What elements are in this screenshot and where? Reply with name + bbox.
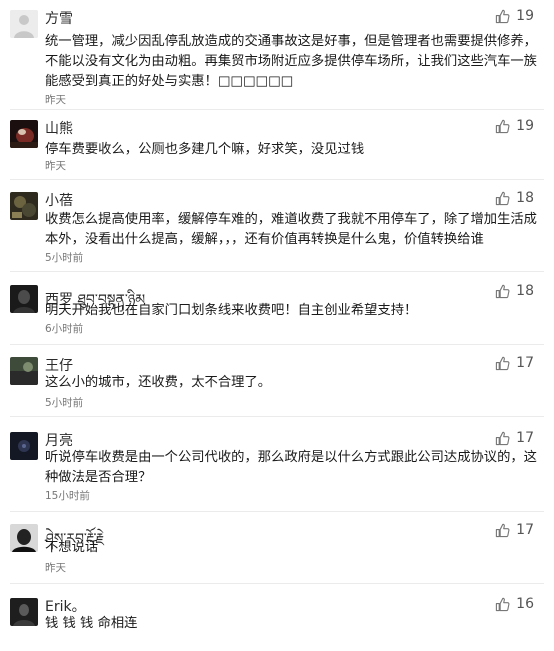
comment-time: 昨天 [45, 160, 66, 172]
comment-text: 这么小的城市，还收费，太不合理了。 [45, 375, 272, 390]
thumbs-up-icon [496, 191, 510, 205]
avatar[interactable] [10, 357, 38, 385]
like-button[interactable]: 17 [495, 430, 534, 446]
comment-item: 山熊 19 停车费要收么，公厕也多建几个嘛，好求笑，没见过钱 昨天 [0, 118, 554, 180]
comment-item: Erik。 16 钱 钱 钱 命相连 [0, 596, 554, 641]
thumbs-up-icon [496, 9, 510, 23]
avatar[interactable] [10, 120, 38, 148]
comment-item: 西罗 ཐུབ་བསྟན་ཉིམ 18 明天开始我也在自家门口划条线来收费吧！自主… [0, 283, 554, 345]
default-avatar-icon [10, 10, 38, 38]
like-count: 19 [516, 118, 534, 134]
comment-item: 王仔 17 这么小的城市，还收费，太不合理了。 5小时前 [0, 355, 554, 417]
comment-item: 方雪 19 统一管理，减少因乱停乱放造成的交通事故这是好事，但是管理者也需要提供… [0, 8, 554, 110]
like-button[interactable]: 19 [495, 118, 534, 134]
comment-item: 月亮 17 听说停车收费是由一个公司代收的，那么政府是以什么方式跟此公司达成协议… [0, 430, 554, 512]
comment-time: 昨天 [45, 94, 66, 106]
like-button[interactable]: 18 [495, 190, 534, 206]
like-count: 17 [516, 355, 534, 371]
avatar[interactable] [10, 285, 38, 313]
avatar[interactable] [10, 10, 38, 38]
thumbs-up-icon [496, 597, 510, 611]
like-button[interactable]: 18 [495, 283, 534, 299]
avatar[interactable] [10, 598, 38, 626]
thumbs-up-icon [496, 284, 510, 298]
comment-username[interactable]: 方雪 [45, 8, 73, 28]
comment-text: 收费怎么提高使用率，缓解停车难的，难道收费了我就不用停车了，除了增加生活成本外，… [45, 212, 537, 247]
user-photo-icon [10, 598, 38, 626]
thumbs-up-icon [496, 523, 510, 537]
comment-username[interactable]: 月亮 [45, 430, 73, 450]
comment-item: 小蓓 18 收费怎么提高使用率，缓解停车难的，难道收费了我就不用停车了，除了增加… [0, 190, 554, 272]
like-count: 17 [516, 522, 534, 538]
thumbs-up-icon [496, 356, 510, 370]
comment-text: 明天开始我也在自家门口划条线来收费吧！自主创业希望支持！ [45, 303, 418, 318]
comment-text: 统一管理，减少因乱停乱放造成的交通事故这是好事，但是管理者也需要提供修养，不能以… [45, 34, 537, 89]
thumbs-up-icon [496, 119, 510, 133]
comment-text: 听说停车收费是由一个公司代收的，那么政府是以什么方式跟此公司达成协议的，这种做法… [45, 450, 537, 485]
like-button[interactable]: 16 [495, 596, 534, 612]
comment-username[interactable]: 小蓓 [45, 190, 73, 210]
user-photo-icon [10, 192, 38, 220]
comment-time: 6小时前 [45, 323, 84, 335]
avatar[interactable] [10, 524, 38, 552]
comment-item: ཤེས་རབ་རྡོ་རྗེ 17 不想说话 昨天 [0, 522, 554, 584]
comment-text: 钱 钱 钱 命相连 [45, 616, 138, 631]
comment-username[interactable]: Erik。 [45, 596, 86, 616]
like-count: 17 [516, 430, 534, 446]
comment-text: 不想说话 [45, 540, 99, 555]
like-count: 18 [516, 190, 534, 206]
comment-username[interactable]: 王仔 [45, 355, 73, 375]
like-button[interactable]: 19 [495, 8, 534, 24]
user-photo-icon [10, 120, 38, 148]
like-count: 19 [516, 8, 534, 24]
user-photo-icon [10, 285, 38, 313]
user-photo-icon [10, 524, 38, 552]
comment-time: 5小时前 [45, 252, 84, 264]
comment-time: 15小时前 [45, 490, 90, 502]
like-count: 16 [516, 596, 534, 612]
thumbs-up-icon [496, 431, 510, 445]
comment-list: 方雪 19 统一管理，减少因乱停乱放造成的交通事故这是好事，但是管理者也需要提供… [0, 0, 554, 651]
comment-time: 5小时前 [45, 397, 84, 409]
comment-time: 昨天 [45, 562, 66, 574]
like-button[interactable]: 17 [495, 355, 534, 371]
like-count: 18 [516, 283, 534, 299]
avatar[interactable] [10, 432, 38, 460]
user-photo-icon [10, 432, 38, 460]
comment-username[interactable]: 山熊 [45, 118, 73, 138]
avatar[interactable] [10, 192, 38, 220]
user-photo-icon [10, 357, 38, 385]
like-button[interactable]: 17 [495, 522, 534, 538]
comment-text: 停车费要收么，公厕也多建几个嘛，好求笑，没见过钱 [45, 142, 365, 157]
